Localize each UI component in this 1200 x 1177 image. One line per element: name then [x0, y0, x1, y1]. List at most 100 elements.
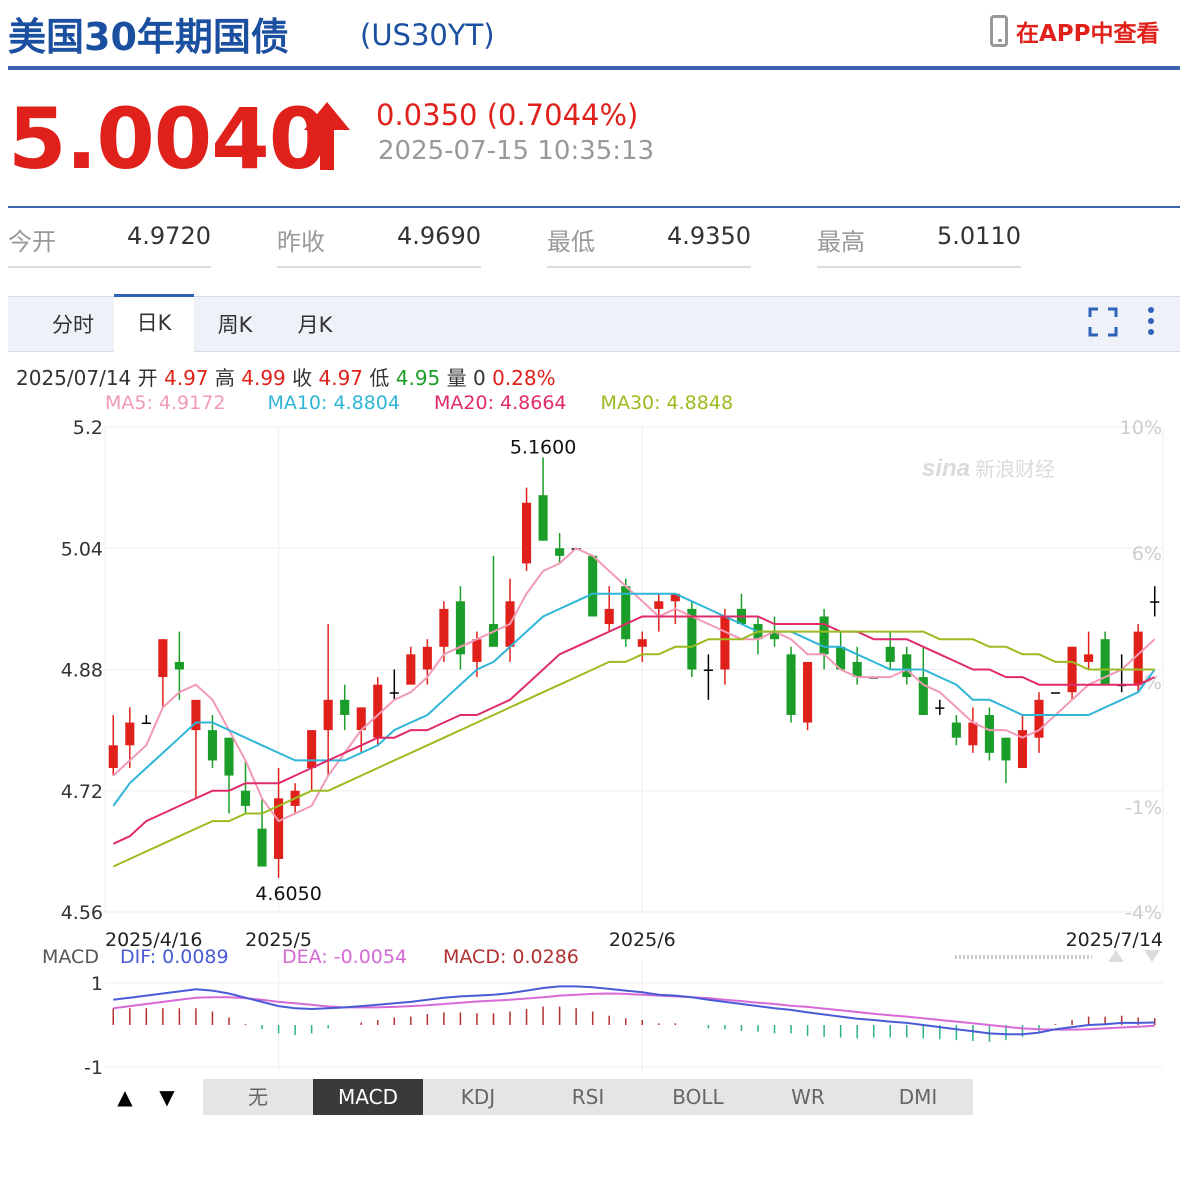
candle-body	[885, 646, 895, 662]
ohlc-high-label: 高	[214, 366, 235, 390]
candle-body	[439, 608, 449, 647]
candle-body	[786, 654, 796, 715]
candle-body	[654, 601, 664, 609]
stat-low-label: 最低	[547, 228, 595, 256]
indicator-tab-kdj[interactable]: KDJ	[423, 1079, 534, 1115]
candle-body	[951, 722, 961, 738]
ticker-code: (US30YT)	[360, 18, 495, 52]
candle-body	[257, 828, 267, 867]
macd-legend-item: DEA: -0.0054	[282, 946, 407, 968]
x-tick-label: 2025/7/14	[1066, 929, 1163, 951]
price-change: 0.0350 (0.7044%)	[376, 98, 639, 132]
stat-high-value: 5.0110	[937, 222, 1021, 250]
candle-body	[968, 722, 978, 746]
candle-body	[1001, 737, 1011, 761]
svg-text:新浪财经: 新浪财经	[975, 457, 1055, 481]
candle-body	[141, 722, 151, 725]
quote-time: 2025-07-15 10:35:13	[378, 136, 655, 166]
ma-lines	[112, 547, 1156, 868]
candle-body	[819, 616, 829, 655]
stat-prev-close-value: 4.9690	[397, 222, 481, 250]
macd-legend-item: MACD	[42, 946, 99, 968]
more-vertical-icon[interactable]	[1144, 305, 1158, 339]
fullscreen-icon[interactable]	[1088, 307, 1118, 337]
kline-chart[interactable]: 5.25.044.884.724.56 10%6%4%-1%-4% 2025/4…	[0, 410, 1200, 1080]
ohlc-open-label: 开	[137, 366, 158, 390]
macd-legend-item: DIF: 0.0089	[120, 946, 229, 968]
y-tick-label: 4.88	[61, 660, 103, 682]
quote-divider	[8, 206, 1180, 208]
candle-body	[323, 699, 333, 731]
indicator-tab-rsi[interactable]: RSI	[533, 1079, 644, 1115]
macd-y-tick-label: 1	[91, 973, 103, 995]
candle-body	[522, 502, 532, 564]
candle-body	[472, 639, 482, 662]
y-tick-label: 5.04	[61, 538, 103, 560]
arrow-up-icon	[304, 102, 350, 170]
y-tick-label: 5.2	[73, 417, 103, 439]
stat-prev-close-label: 昨收	[277, 228, 325, 256]
macd-plot	[105, 982, 1163, 1068]
x-axis-labels: 2025/4/16 2025/5 2025/6 2025/7/14	[105, 929, 1163, 951]
phone-icon	[990, 15, 1008, 47]
min-price-label: 4.6050	[255, 883, 321, 905]
candle-body	[1084, 654, 1094, 662]
indicator-tab-macd[interactable]: MACD	[313, 1079, 424, 1115]
x-tick-label: 2025/6	[609, 929, 676, 951]
tab-daily-k[interactable]: 日K	[114, 294, 194, 353]
candle-body	[174, 661, 184, 670]
candle-body	[207, 730, 217, 761]
candle-body	[703, 669, 713, 671]
pct-tick-label: 10%	[1120, 417, 1162, 439]
candle-body	[125, 722, 135, 746]
max-price-label: 5.1600	[510, 436, 576, 458]
arrow-down-button[interactable]: ▼	[147, 1079, 187, 1115]
dea-line	[113, 992, 1155, 1031]
candle-body	[158, 639, 168, 678]
indicator-tab-none[interactable]: 无	[203, 1079, 314, 1115]
macd-y-labels: 1 -1	[84, 973, 103, 1079]
candle-body	[240, 790, 251, 806]
ohlc-pct: 0.28%	[492, 366, 556, 390]
indicator-tab-boll[interactable]: BOLL	[643, 1079, 754, 1115]
candle-body	[340, 699, 350, 715]
candle-body	[488, 624, 499, 647]
ma10-line	[112, 592, 1156, 807]
stat-high: 最高 5.0110	[817, 222, 1021, 268]
candle-body	[935, 707, 945, 709]
view-in-app-link[interactable]: 在APP中查看	[990, 14, 1160, 48]
pct-tick-label: -1%	[1125, 797, 1162, 819]
y-tick-label: 4.56	[61, 902, 103, 924]
page-title: 美国30年期国债	[8, 15, 289, 59]
candle-body	[538, 495, 548, 541]
ohlc-high: 4.99	[241, 366, 286, 390]
ohlc-readout: 2025/07/14 开 4.97 高 4.99 收 4.97 低 4.95 量…	[16, 362, 556, 391]
candle-body	[555, 548, 565, 556]
arrow-up-button[interactable]: ▲	[105, 1079, 145, 1115]
candle-body	[984, 714, 994, 753]
scroll-up-icon	[1108, 950, 1124, 962]
stat-low: 最低 4.9350	[547, 222, 751, 268]
ohlc-close-label: 收	[292, 366, 313, 390]
candle-body	[588, 555, 598, 617]
candle-body	[720, 616, 730, 670]
indicator-tab-wr[interactable]: WR	[753, 1079, 864, 1115]
tab-intraday[interactable]: 分时	[38, 297, 108, 351]
candle-body	[422, 646, 432, 670]
svg-text:sina: sina	[922, 455, 970, 482]
header-divider	[8, 66, 1180, 70]
candle-body	[307, 730, 317, 769]
current-price: 5.0040	[8, 90, 327, 188]
ma5-line	[112, 547, 1156, 823]
stat-high-label: 最高	[817, 228, 865, 256]
indicator-tab-dmi[interactable]: DMI	[863, 1079, 974, 1115]
candle-body	[224, 737, 234, 776]
candle-body	[1150, 601, 1160, 603]
tab-monthly-k[interactable]: 月K	[280, 297, 350, 351]
ohlc-close: 4.97	[318, 366, 364, 390]
candle-body	[803, 661, 813, 723]
tab-weekly-k[interactable]: 周K	[200, 297, 270, 351]
stat-open: 今开 4.9720	[8, 222, 211, 268]
macd-legend-item: MACD: 0.0286	[443, 946, 579, 968]
view-in-app-label: 在APP中查看	[1016, 21, 1160, 47]
